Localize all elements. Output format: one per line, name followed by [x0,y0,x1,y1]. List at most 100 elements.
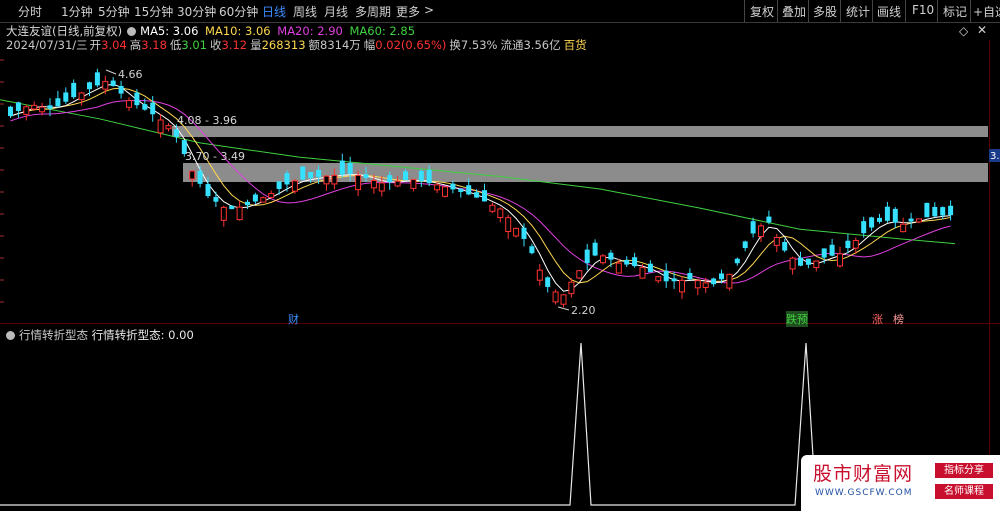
candle-body [450,183,456,190]
candle-body [189,170,196,180]
candle-body [466,185,472,195]
candle-body [213,197,219,202]
candle-body [205,184,211,197]
candle-body [892,208,898,223]
candle-body [252,194,258,202]
candle-body [773,237,780,246]
candle-body [837,253,843,267]
candle-body [268,193,275,198]
candle-body [719,273,724,280]
candle-body [552,291,559,303]
candle-body [750,221,756,234]
candle-body [489,204,496,212]
candle-body [576,270,583,279]
candle-body [711,278,717,285]
candle-body [852,239,859,249]
candle-body [31,104,38,110]
candle-body [442,186,448,197]
candle-body [782,241,788,251]
candle-body [615,262,622,274]
candle-body [134,92,140,106]
signal-zhang: 涨 [872,313,883,326]
candle-body [236,206,243,221]
candle-body [482,190,487,202]
candle-body [513,227,520,237]
candle-body [157,119,164,134]
candle-body [521,227,527,239]
candle-body [900,223,907,233]
candle-body [568,281,575,295]
candle-body [679,279,685,293]
candle-body [394,180,401,187]
candle-body [639,267,646,279]
candle-body [118,85,124,94]
candle-body [39,106,46,113]
candle-body [197,170,203,184]
candle-body [592,242,598,256]
candle-body [924,202,930,218]
candle-body [71,82,77,98]
candle-body [410,179,417,189]
candle-body [671,278,677,282]
watermark-url: WWW.GSCFW.COM [815,488,913,498]
candle-body [434,184,441,191]
candle-body [363,174,369,178]
candle-body [87,82,92,90]
candle-body [655,276,662,282]
candle-body [829,244,835,256]
candle-body [78,92,85,101]
watermark-logo: 股市财富网 WWW.GSCFW.COM 指标分享 名师课程 [801,455,1000,511]
candle-body [632,257,638,267]
peak-pointer [105,69,117,75]
candle-body [916,218,922,223]
sub-chart-header: 行情转折型态 行情转折型态: 0.00 [6,327,194,343]
candle-body [624,259,630,265]
candle-body [260,197,267,203]
candle-body [403,171,408,181]
indicator-name: 行情转折型态 [19,328,88,342]
candle-body [355,174,362,191]
candle-body [932,206,938,217]
candles [8,68,954,308]
candle-body [663,270,669,282]
settings-icon[interactable] [6,331,15,340]
candle-body [370,179,377,189]
peak-label: 4.66 [118,68,143,81]
candle-body [426,169,432,184]
candle-body [418,170,424,182]
candle-body [545,277,551,287]
watermark-name: 股市财富网 [813,463,914,485]
candle-body [110,80,116,87]
candle-body [102,81,109,90]
band2-label: 3.70 - 3.49 [185,150,245,163]
candle-body [877,217,882,222]
candle-body [331,174,338,185]
candle-body [220,206,227,221]
candle-body [505,217,512,233]
candle-body [8,106,13,117]
candle-body [908,218,914,222]
kline-chart[interactable]: 4.66 2.20 4.08 - 3.96 3.70 - 3.49 3. [0,0,1000,511]
candle-body [150,102,156,115]
candle-body [245,201,250,206]
candle-body [734,258,740,264]
low-pointer [557,306,570,311]
candle-body [766,216,772,223]
candle-body [47,105,53,109]
candle-body [55,98,61,107]
candle-body [584,249,590,264]
candle-body [63,92,69,102]
candle-body [821,248,827,258]
candle-body [940,207,946,216]
candle-body [845,240,851,249]
band1-label: 4.08 - 3.96 [177,114,237,127]
candle-body [869,217,875,228]
candle-body [798,257,803,266]
candle-body [948,205,954,216]
candle-body [726,273,733,289]
candle-body [647,263,653,273]
candle-body [387,175,393,183]
candle-body [316,169,322,178]
candle-body [458,188,464,192]
candle-body [529,246,535,254]
